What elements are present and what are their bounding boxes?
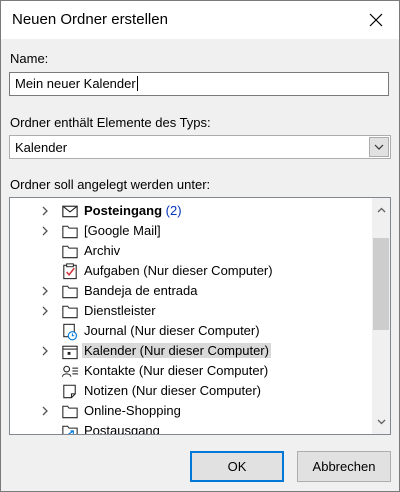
contacts-icon <box>61 365 79 377</box>
tree-item-label: Aufgaben (Nur dieser Computer) <box>84 263 273 278</box>
chevron-right-icon[interactable] <box>40 306 50 316</box>
tree-item[interactable]: Notizen (Nur dieser Computer) <box>10 381 372 401</box>
notes-icon <box>63 384 76 399</box>
tree-item[interactable]: Bandeja de entrada <box>10 281 372 301</box>
tree-item-label: Notizen (Nur dieser Computer) <box>84 383 261 398</box>
folder-icon <box>62 305 78 319</box>
location-label: Ordner soll angelegt werden unter: <box>10 177 211 192</box>
tree-item-label: Kalender (Nur dieser Computer) <box>82 343 271 358</box>
new-folder-dialog: Neuen Ordner erstellen Name: Mein neuer … <box>0 0 400 492</box>
close-button[interactable] <box>353 1 399 39</box>
tree-item-label: Online-Shopping <box>84 403 181 418</box>
name-input[interactable]: Mein neuer Kalender <box>9 72 389 96</box>
tree-item-text: Aufgaben (Nur dieser Computer) <box>84 263 273 278</box>
scroll-thumb[interactable] <box>373 238 389 330</box>
tree-item[interactable]: Kontakte (Nur dieser Computer) <box>10 361 372 381</box>
tree-item-label: [Google Mail] <box>84 223 161 238</box>
folder-icon <box>62 285 78 299</box>
type-label: Ordner enthält Elemente des Typs: <box>10 115 211 130</box>
chevron-right-icon[interactable] <box>40 286 50 296</box>
tree-item[interactable]: Online-Shopping <box>10 401 372 421</box>
dialog-title: Neuen Ordner erstellen <box>12 11 168 28</box>
scroll-up-button[interactable] <box>372 201 390 219</box>
name-input-value: Mein neuer Kalender <box>15 76 136 91</box>
outbox-icon <box>62 425 78 434</box>
tree-item-label: Dienstleister <box>84 303 156 318</box>
type-select-dropdown-button[interactable] <box>369 137 389 157</box>
chevron-right-icon[interactable] <box>40 346 50 356</box>
tree-item[interactable]: Journal (Nur dieser Computer) <box>10 321 372 341</box>
tree-item[interactable]: Aufgaben (Nur dieser Computer) <box>10 261 372 281</box>
chevron-right-icon[interactable] <box>40 206 50 216</box>
tree-item-text: Kalender (Nur dieser Computer) <box>84 343 269 358</box>
tree-item-text: Archiv <box>84 243 121 258</box>
tree-item-label: Archiv <box>84 243 120 258</box>
mail-icon <box>62 205 78 218</box>
tree-item-text: Dienstleister <box>84 303 156 318</box>
folder-icon <box>62 245 78 259</box>
tree-item-label: Posteingang (2) <box>84 203 182 218</box>
unread-count: (2) <box>165 203 182 218</box>
folder-tree[interactable]: Posteingang (2) [Google Mail] Archiv Aufgab… <box>9 197 391 435</box>
tree-item[interactable]: Kalender (Nur dieser Computer) <box>10 341 372 361</box>
tree-item-label: Kontakte (Nur dieser Computer) <box>84 363 268 378</box>
tree-item-label: Postausgang <box>84 423 160 435</box>
tree-item[interactable]: [Google Mail] <box>10 221 372 241</box>
cancel-button[interactable]: Abbrechen <box>297 451 391 482</box>
tree-item-text: Notizen (Nur dieser Computer) <box>84 383 262 398</box>
folder-icon <box>62 225 78 239</box>
chevron-right-icon[interactable] <box>40 226 50 236</box>
tree-item[interactable]: Dienstleister <box>10 301 372 321</box>
scroll-down-button[interactable] <box>372 413 390 431</box>
tree-item-label: Journal (Nur dieser Computer) <box>84 323 260 338</box>
tree-item[interactable]: Postausgang <box>10 421 372 435</box>
chevron-up-icon <box>377 207 385 213</box>
type-select[interactable]: Kalender <box>9 135 391 159</box>
close-icon <box>369 13 383 27</box>
tree-item-text: Journal (Nur dieser Computer) <box>84 323 260 338</box>
tree-item[interactable]: Archiv <box>10 241 372 261</box>
calendar-icon <box>62 345 78 360</box>
tree-item-text: Kontakte (Nur dieser Computer) <box>84 363 269 378</box>
chevron-right-icon[interactable] <box>40 406 50 416</box>
type-select-value: Kalender <box>15 140 68 155</box>
tree-scrollbar[interactable] <box>372 198 390 434</box>
tree-item-text: Bandeja de entrada <box>84 283 198 298</box>
tree-item-text: [Google Mail] <box>84 223 161 238</box>
tree-item-label: Bandeja de entrada <box>84 283 197 298</box>
tree-item-text: Online-Shopping <box>84 403 181 418</box>
title-bar: Neuen Ordner erstellen <box>1 1 399 39</box>
chevron-down-icon <box>374 144 384 150</box>
tree-item-text: Postausgang <box>84 423 160 435</box>
chevron-down-icon <box>377 419 385 425</box>
tasks-icon <box>63 263 77 280</box>
tree-item[interactable]: Posteingang (2) <box>10 201 372 221</box>
text-caret <box>136 76 138 91</box>
tree-item-text: Posteingang <box>84 203 163 218</box>
journal-icon <box>63 323 78 341</box>
name-label: Name: <box>10 51 49 66</box>
folder-icon <box>62 405 78 419</box>
ok-button[interactable]: OK <box>190 451 284 482</box>
